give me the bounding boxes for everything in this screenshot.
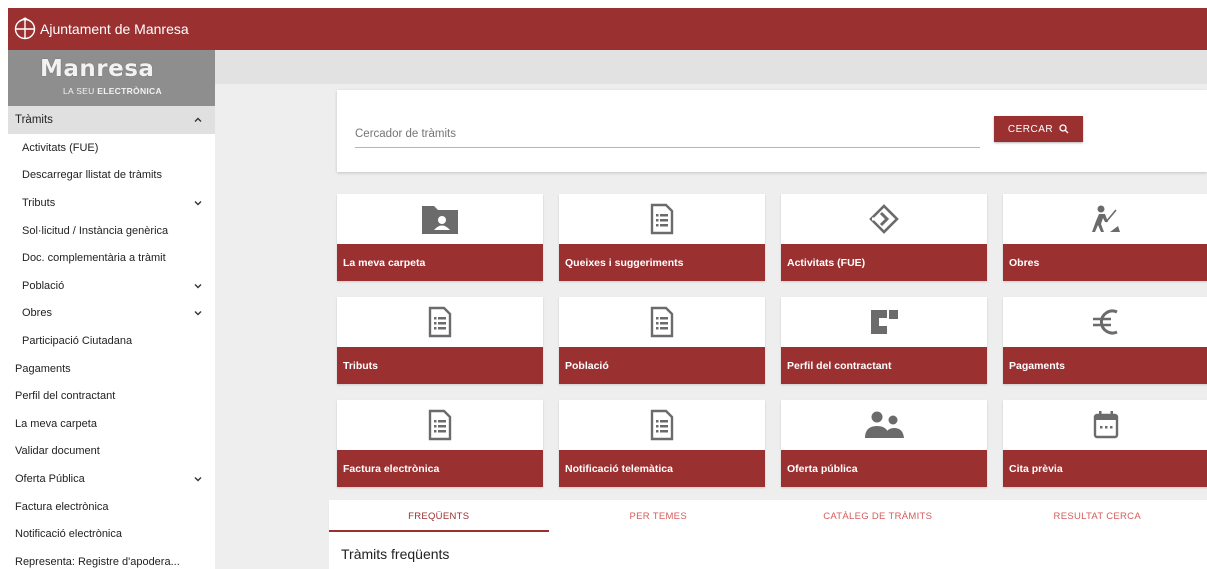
folder-user-icon xyxy=(337,201,543,237)
tile-factura-electronica[interactable]: Factura electrònica xyxy=(337,400,543,487)
main-content: CERCAR La meva carpeta Queixes i suggerim… xyxy=(215,50,1207,569)
sidebar-item-label: Participació Ciutadana xyxy=(22,334,133,347)
document-list-icon xyxy=(559,407,765,443)
sidebar-item-participacio-ciutadana[interactable]: Participació Ciutadana xyxy=(8,327,215,355)
search-icon xyxy=(1059,124,1069,134)
tile-obres[interactable]: Obres xyxy=(1003,194,1207,281)
sidebar-item-perfil-del-contractant[interactable]: Perfil del contractant xyxy=(8,382,215,410)
chevron-down-icon xyxy=(194,476,202,482)
tile-poblacio[interactable]: Població xyxy=(559,297,765,384)
tile-label: Pagaments xyxy=(1003,347,1207,384)
sidebar-list: Pagaments Perfil del contractant La meva c… xyxy=(8,355,215,569)
tab-frequents[interactable]: FREQÜENTS xyxy=(329,500,549,532)
logo-subtitle: LA SEU ELECTRÒNICA xyxy=(63,86,162,96)
sidebar-item-validar-document[interactable]: Validar document xyxy=(8,438,215,466)
chevron-down-icon xyxy=(194,311,202,316)
sidebar-item-label: Activitats (FUE) xyxy=(22,141,99,154)
sidebar-item-poblacio[interactable]: Població xyxy=(8,272,215,300)
sidebar-item-sol-licitud-instancia-generica[interactable]: Sol·licitud / Instància genèrica xyxy=(8,217,215,245)
tile-label: Oferta pública xyxy=(781,450,987,487)
search-button[interactable]: CERCAR xyxy=(994,116,1083,142)
tabs-bar: FREQÜENTS PER TEMES CATÀLEG DE TRÀMITS RESU… xyxy=(329,500,1207,532)
search-button-label: CERCAR xyxy=(1007,123,1054,135)
tile-label: Notificació telemàtica xyxy=(559,450,765,487)
header-band xyxy=(215,50,1207,84)
tile-activitats-fue[interactable]: Activitats (FUE) xyxy=(781,194,987,281)
sidebar-item-oferta-publica[interactable]: Oferta Pública xyxy=(8,465,215,493)
top-bar: Ajuntament de Manresa xyxy=(8,8,1207,50)
tab-cataleg-de-tramits[interactable]: CATÀLEG DE TRÀMITS xyxy=(768,500,988,532)
calendar-icon xyxy=(1003,407,1207,443)
tile-label: Activitats (FUE) xyxy=(781,244,987,281)
sidebar-section-tramits[interactable]: Tràmits xyxy=(8,106,215,134)
sidebar-item-label: La meva carpeta xyxy=(15,417,97,430)
sidebar-item-label: Descarregar llistat de tràmits xyxy=(22,169,162,182)
tile-tributs[interactable]: Tributs xyxy=(337,297,543,384)
contract-profile-icon xyxy=(781,304,987,340)
sidebar-item-label: Representa: Registre d'apodera... xyxy=(15,555,180,568)
document-list-icon xyxy=(559,304,765,340)
sidebar-item-pagaments[interactable]: Pagaments xyxy=(8,355,215,383)
search-input[interactable] xyxy=(355,120,980,148)
sidebar-item-la-meva-carpeta[interactable]: La meva carpeta xyxy=(8,410,215,438)
tab-per-temes[interactable]: PER TEMES xyxy=(549,500,769,532)
sidebar-item-label: Població xyxy=(22,279,65,292)
sidebar-item-label: Oferta Pública xyxy=(15,472,85,485)
tile-label: La meva carpeta xyxy=(337,244,543,281)
tile-cita-previa[interactable]: Cita prèvia xyxy=(1003,400,1207,487)
sidebar-item-label: Notificació electrònica xyxy=(15,528,122,541)
tile-label: Queixes i suggeriments xyxy=(559,244,765,281)
construction-worker-icon xyxy=(1003,201,1207,237)
tile-perfil-del-contractant[interactable]: Perfil del contractant xyxy=(781,297,987,384)
sidebar-item-obres[interactable]: Obres xyxy=(8,300,215,328)
tile-notificacio-telematica[interactable]: Notificació telemàtica xyxy=(559,400,765,487)
document-list-icon xyxy=(337,304,543,340)
manresa-crest-icon xyxy=(14,17,36,40)
tile-label: Factura electrònica xyxy=(337,450,543,487)
sidebar-item-representa-registre-d-apodera[interactable]: Representa: Registre d'apodera... xyxy=(8,548,215,569)
section-title: Tràmits freqüents xyxy=(341,546,450,562)
chevron-up-icon xyxy=(194,117,202,122)
tile-label: Població xyxy=(559,347,765,384)
document-list-icon xyxy=(559,201,765,237)
chevron-down-icon xyxy=(194,283,202,289)
diamond-arrow-icon xyxy=(781,201,987,237)
sidebar-item-factura-electronica[interactable]: Factura electrònica xyxy=(8,493,215,521)
tile-label: Cita prèvia xyxy=(1003,450,1207,487)
sidebar-item-label: Validar document xyxy=(15,445,100,458)
sidebar-item-label: Perfil del contractant xyxy=(15,390,116,403)
sidebar-item-label: Factura electrònica xyxy=(15,500,109,513)
tile-oferta-publica[interactable]: Oferta pública xyxy=(781,400,987,487)
tile-pagaments[interactable]: Pagaments xyxy=(1003,297,1207,384)
sidebar-item-label: Pagaments xyxy=(15,362,71,375)
brand-logo[interactable]: Manresa LA SEU ELECTRÒNICA xyxy=(8,50,215,106)
sidebar-item-tributs[interactable]: Tributs xyxy=(8,189,215,217)
tile-la-meva-carpeta[interactable]: La meva carpeta xyxy=(337,194,543,281)
sidebar: Manresa LA SEU ELECTRÒNICA Tràmits Activ… xyxy=(8,50,215,569)
sidebar-item-label: Doc. complementària a tràmit xyxy=(22,252,166,265)
search-card: CERCAR xyxy=(337,90,1207,172)
sidebar-section-label: Tràmits xyxy=(15,114,53,126)
sidebar-item-label: Sol·licitud / Instància genèrica xyxy=(22,224,169,237)
sidebar-item-notificacio-electronica[interactable]: Notificació electrònica xyxy=(8,520,215,548)
tile-label: Tributs xyxy=(337,347,543,384)
sidebar-item-doc-complementaria-a-tramit[interactable]: Doc. complementària a tràmit xyxy=(8,244,215,272)
euro-icon xyxy=(1003,304,1207,340)
sidebar-item-activitats-fue[interactable]: Activitats (FUE) xyxy=(8,134,215,162)
tab-resultat-cerca[interactable]: RESULTAT CERCA xyxy=(988,500,1207,532)
sidebar-item-label: Obres xyxy=(22,307,52,320)
people-icon xyxy=(781,407,987,443)
section-area: Tràmits freqüents xyxy=(329,532,1207,569)
sidebar-sub-list: Activitats (FUE) Descarregar llistat de t… xyxy=(8,134,215,355)
tile-queixes-i-suggeriments[interactable]: Queixes i suggeriments xyxy=(559,194,765,281)
chevron-down-icon xyxy=(194,200,202,206)
tile-label: Perfil del contractant xyxy=(781,347,987,384)
sidebar-item-label: Tributs xyxy=(22,196,56,209)
document-list-icon xyxy=(337,407,543,443)
logo-text: Manresa xyxy=(40,56,155,82)
site-title[interactable]: Ajuntament de Manresa xyxy=(40,21,189,37)
tile-label: Obres xyxy=(1003,244,1207,281)
sidebar-item-descarregar-llistat-de-tramits[interactable]: Descarregar llistat de tràmits xyxy=(8,162,215,190)
